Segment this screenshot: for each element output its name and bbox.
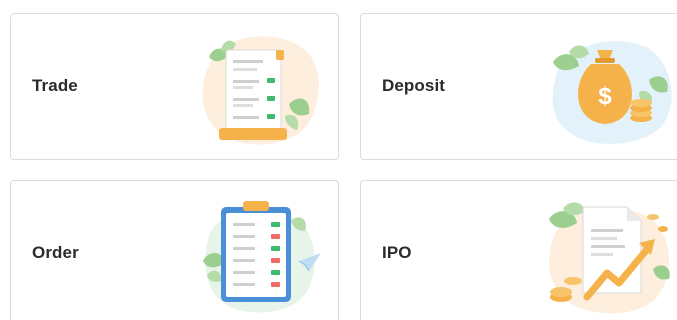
ipo-growth-document-icon (549, 202, 670, 314)
ipo-card[interactable]: IPO (360, 180, 677, 320)
deposit-card[interactable]: Deposit $ (360, 13, 677, 160)
order-card[interactable]: Order (10, 180, 339, 320)
ipo-label: IPO (382, 243, 412, 262)
order-label: Order (32, 243, 79, 262)
trade-label: Trade (32, 76, 78, 95)
order-clipboard-icon (203, 201, 321, 313)
service-grid: Trade Deposit $ Order IPO (0, 0, 677, 320)
trade-card[interactable]: Trade (10, 13, 339, 160)
trade-receipt-icon (202, 36, 319, 145)
money-bag-icon: $ (552, 41, 672, 144)
deposit-label: Deposit (382, 76, 446, 95)
svg-text:$: $ (598, 83, 612, 110)
